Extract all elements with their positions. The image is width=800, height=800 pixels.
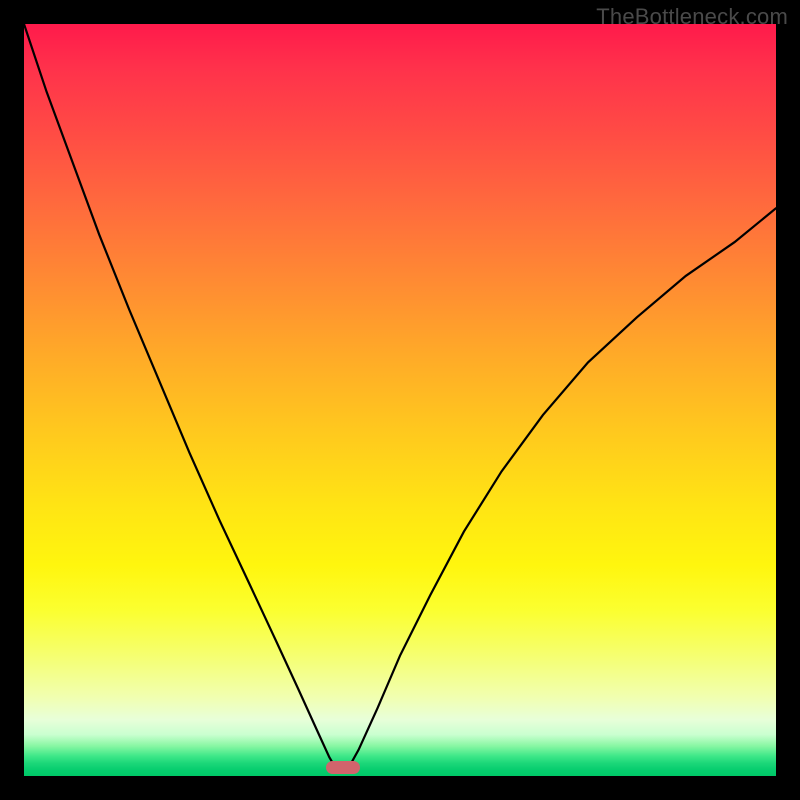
curve-right-branch [347,208,776,770]
bottleneck-curve [24,24,776,776]
curve-left-branch [24,24,337,770]
chart-frame: TheBottleneck.com [0,0,800,800]
plot-area [24,24,776,776]
minimum-marker [326,761,360,774]
